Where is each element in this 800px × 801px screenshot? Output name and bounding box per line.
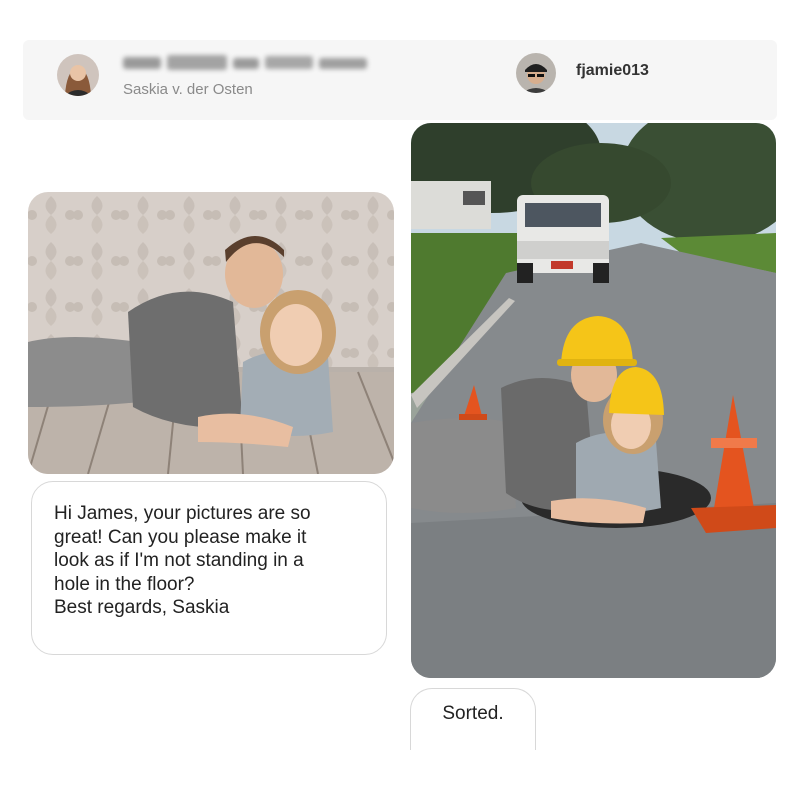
man-avatar-icon xyxy=(516,53,556,93)
recipient-avatar[interactable] xyxy=(516,53,556,93)
sender-display-name: Saskia v. der Osten xyxy=(123,81,253,98)
message-text: Hi James, your pictures are so great! Ca… xyxy=(54,503,311,618)
original-photo[interactable] xyxy=(28,192,394,474)
edited-photo[interactable] xyxy=(411,123,776,678)
couple-manhole-photo-icon xyxy=(411,123,776,678)
recipient-header xyxy=(403,40,777,120)
reply-bubble: Sorted. xyxy=(410,688,536,750)
recipient-username[interactable]: fjamie013 xyxy=(576,62,649,80)
couple-floor-photo-icon xyxy=(28,192,394,474)
message-bubble: Hi James, your pictures are so great! Ca… xyxy=(31,481,387,655)
reply-text: Sorted. xyxy=(442,703,504,724)
sender-name-blurred xyxy=(123,55,368,71)
sender-avatar[interactable] xyxy=(57,54,99,96)
woman-avatar-icon xyxy=(57,54,99,96)
